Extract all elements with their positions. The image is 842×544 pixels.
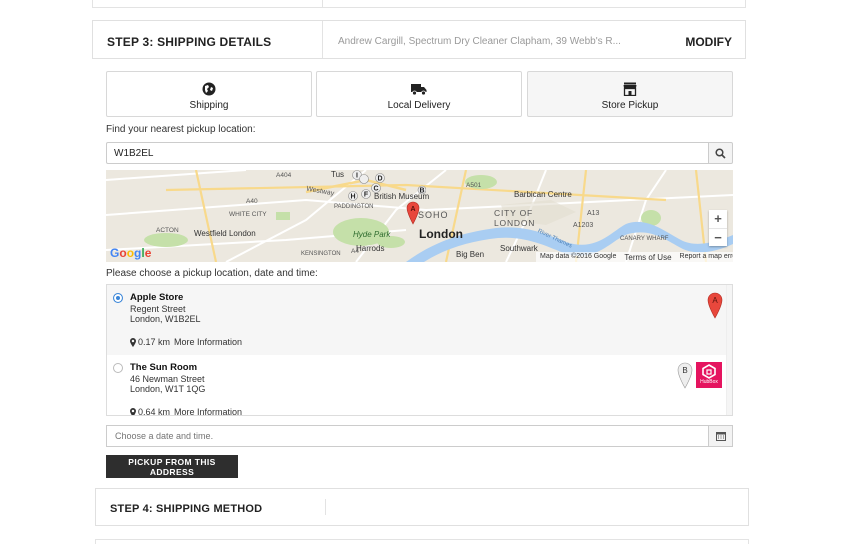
map-label-tus: Tus — [331, 170, 345, 179]
map-marker-label: H — [350, 194, 355, 201]
store-icon — [528, 82, 732, 96]
google-logo: Google — [110, 246, 152, 260]
pickup-map[interactable]: Tus British Museum PADDINGTON Westway SO… — [106, 170, 733, 262]
more-information-link[interactable]: More Information — [174, 407, 242, 415]
location-address-line2: London, W1B2EL — [130, 314, 201, 324]
map-label-soho: SOHO — [418, 210, 449, 220]
step4-shipping-method: STEP 4: SHIPPING METHOD — [95, 488, 749, 526]
previous-step-panel — [92, 0, 746, 8]
map-marker-label: D — [377, 176, 382, 183]
report-map-error-link[interactable]: Report a map error — [680, 253, 733, 261]
map-zoom-controls: + − — [709, 210, 727, 246]
map-marker-label: C — [373, 186, 378, 193]
tab-store-pickup-label: Store Pickup — [601, 100, 659, 111]
map-label-acton: ACTON — [156, 227, 179, 234]
map-label-white-city: WHITE CITY — [229, 211, 267, 218]
find-location-label: Find your nearest pickup location: — [106, 124, 256, 135]
map-label-harrods: Harrods — [356, 244, 385, 253]
list-item[interactable]: The Sun Room 46 Newman Street London, W1… — [107, 355, 727, 416]
map-cluster-markers[interactable]: I C F H D B — [346, 170, 426, 204]
map-pin-icon — [130, 407, 136, 415]
map-label-city: CITY OF — [494, 208, 533, 218]
map-label-canary-wharf: CANARY WHARF — [620, 236, 669, 242]
map-label-a1203: A1203 — [573, 222, 594, 229]
location-distance: 0.64 km — [130, 407, 171, 416]
distance-value: 0.64 km — [138, 407, 171, 416]
map-label-a4: A4 — [351, 248, 359, 255]
map-label-a404: A404 — [276, 172, 292, 179]
map-label-barbican: Barbican Centre — [514, 190, 572, 199]
tab-store-pickup[interactable]: Store Pickup — [527, 71, 733, 117]
hubbox-logo: HubBox — [696, 362, 722, 388]
distance-value: 0.17 km — [138, 337, 171, 347]
shipping-summary: Andrew Cargill, Spectrum Dry Cleaner Cla… — [338, 36, 621, 47]
terms-of-use-link[interactable]: Terms of Use — [624, 253, 671, 262]
pickup-from-address-button[interactable]: PICKUP FROM THIS ADDRESS — [106, 455, 238, 478]
marker-letter: B — [682, 366, 687, 375]
list-scrollbar[interactable] — [726, 285, 732, 415]
choose-location-label: Please choose a pickup location, date an… — [106, 268, 318, 279]
map-label-london: London — [419, 227, 463, 241]
step3-shipping-details: STEP 3: SHIPPING DETAILS Andrew Cargill,… — [92, 20, 746, 59]
map-label-kensington: KENSINGTON — [301, 251, 341, 257]
step4-title: STEP 4: SHIPPING METHOD — [110, 503, 263, 515]
calendar-icon — [715, 432, 726, 441]
map-marker-label: A — [410, 206, 415, 213]
map-attribution: Map data ©2016 Google Terms of Use Repor… — [536, 252, 733, 262]
step3-title: STEP 3: SHIPPING DETAILS — [107, 35, 272, 49]
zoom-out-button[interactable]: − — [709, 228, 727, 246]
location-radio[interactable] — [113, 293, 123, 303]
map-label-big-ben: Big Ben — [456, 250, 485, 259]
more-information-link[interactable]: More Information — [174, 337, 242, 347]
map-label-a40: A40 — [246, 198, 258, 205]
map-label-southwark: Southwark — [500, 244, 538, 253]
location-distance: 0.17 km — [130, 337, 170, 347]
location-address-line2: London, W1T 1QG — [130, 384, 206, 394]
map-label-hyde-park: Hyde Park — [353, 230, 391, 239]
pickup-location-list: Apple Store Regent Street London, W1B2EL… — [106, 284, 733, 416]
map-label-paddington: PADDINGTON — [334, 204, 374, 210]
delivery-method-tabs: Shipping Local Delivery Store Pickup — [106, 71, 733, 117]
list-item[interactable]: Apple Store Regent Street London, W1B2EL… — [107, 285, 727, 355]
tab-shipping-label: Shipping — [189, 100, 229, 111]
postcode-search-input[interactable] — [106, 142, 709, 164]
zoom-in-button[interactable]: + — [709, 210, 727, 228]
hubbox-label: HubBox — [700, 379, 718, 385]
marker-letter: A — [712, 296, 718, 305]
tab-local-delivery[interactable]: Local Delivery — [316, 71, 522, 117]
calendar-button[interactable] — [708, 425, 733, 447]
map-pin-icon — [130, 337, 136, 347]
truck-icon — [317, 82, 521, 96]
map-marker-icon: B — [677, 362, 693, 389]
map-marker-label: F — [364, 192, 369, 199]
location-address-line1: Regent Street — [130, 304, 186, 314]
location-address-line1: 46 Newman Street — [130, 374, 205, 384]
search-button[interactable] — [708, 142, 733, 164]
tab-shipping[interactable]: Shipping — [106, 71, 312, 117]
map-marker-a-icon[interactable]: A — [406, 201, 420, 225]
map-label-westfield: Westfield London — [194, 229, 256, 238]
location-radio[interactable] — [113, 363, 123, 373]
globe-icon — [107, 82, 311, 96]
map-marker-icon: A — [707, 292, 723, 319]
map-data-text: Map data ©2016 Google — [540, 253, 617, 260]
tab-local-delivery-label: Local Delivery — [387, 100, 451, 111]
map-label-a501: A501 — [466, 182, 482, 189]
modify-button[interactable]: MODIFY — [685, 35, 732, 49]
location-name: The Sun Room — [130, 362, 198, 373]
map-marker-label: I — [356, 173, 358, 180]
map-label-city2: LONDON — [494, 218, 536, 228]
date-time-input[interactable] — [106, 425, 709, 447]
map-marker-label: B — [419, 188, 424, 195]
location-name: Apple Store — [130, 292, 184, 303]
next-step-panel — [95, 539, 749, 544]
map-label-a13: A13 — [587, 210, 600, 217]
search-icon — [715, 147, 726, 159]
hubbox-icon — [702, 364, 716, 379]
